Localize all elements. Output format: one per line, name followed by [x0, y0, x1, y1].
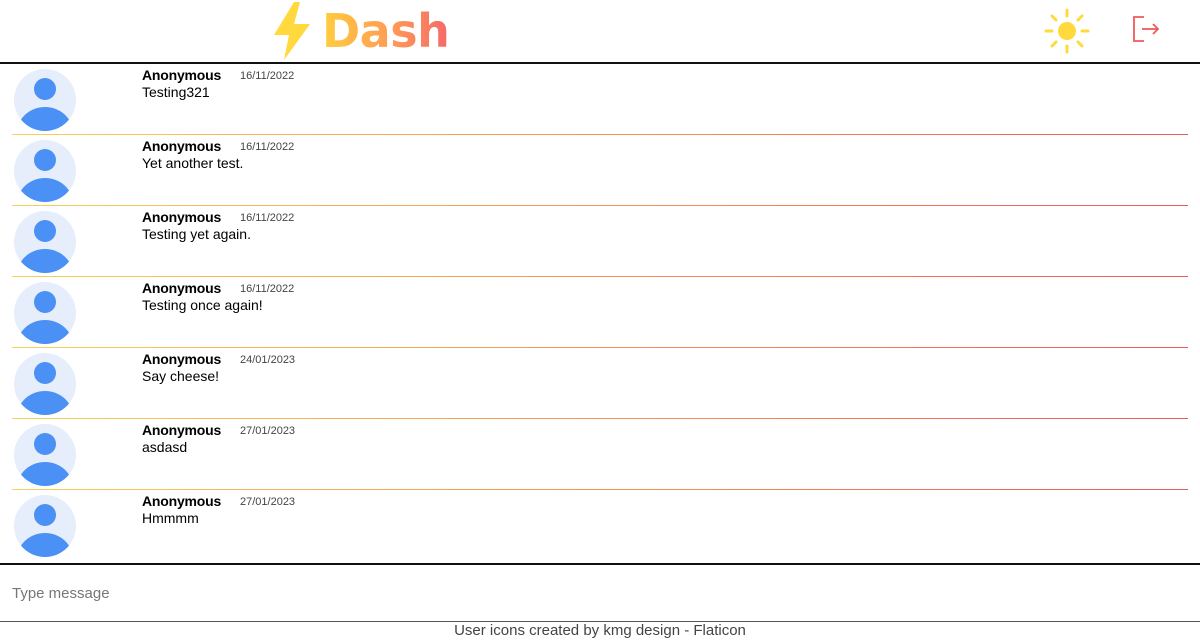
message-input[interactable]	[0, 565, 1200, 621]
message-item: Anonymous 27/01/2023 asdasd	[12, 419, 1188, 490]
message-compose	[0, 563, 1200, 622]
message-list[interactable]: Anonymous 16/11/2022 Testing321 Anonymou…	[12, 64, 1188, 558]
user-icon	[17, 78, 73, 131]
user-icon	[17, 362, 73, 415]
avatar	[14, 424, 76, 486]
avatar	[14, 495, 76, 557]
avatar	[14, 282, 76, 344]
attribution-footer: User icons created by kmg design - Flati…	[454, 622, 746, 639]
message-item: Anonymous 16/11/2022 Yet another test.	[12, 135, 1188, 206]
user-icon	[17, 291, 73, 344]
lightning-bolt-icon	[274, 2, 310, 60]
message-text: Testing once again!	[142, 297, 263, 313]
avatar	[14, 353, 76, 415]
logout-button[interactable]	[1130, 13, 1162, 45]
sun-icon	[1044, 8, 1090, 54]
message-item: Anonymous 16/11/2022 Testing321	[12, 64, 1188, 135]
message-author: Anonymous	[142, 138, 222, 154]
avatar	[14, 69, 76, 131]
message-text: Yet another test.	[142, 155, 244, 171]
message-date: 16/11/2022	[240, 212, 295, 224]
message-text: Testing321	[142, 84, 210, 100]
theme-toggle-button[interactable]	[1044, 8, 1090, 54]
message-author: Anonymous	[142, 280, 222, 296]
message-item: Anonymous 24/01/2023 Say cheese!	[12, 348, 1188, 419]
message-item: Anonymous 16/11/2022 Testing yet again.	[12, 206, 1188, 277]
message-text: Hmmmm	[142, 510, 199, 526]
message-date: 16/11/2022	[240, 283, 295, 295]
message-text: asdasd	[142, 439, 188, 455]
message-author: Anonymous	[142, 351, 222, 367]
message-item: Anonymous 16/11/2022 Testing once again!	[12, 277, 1188, 348]
app-header: Dash	[0, 0, 1200, 64]
app-title: Dash	[322, 4, 450, 58]
message-item: Anonymous 27/01/2023 Hmmmm	[12, 490, 1188, 558]
message-date: 24/01/2023	[240, 354, 296, 366]
message-text: Testing yet again.	[142, 226, 251, 242]
message-author: Anonymous	[142, 493, 222, 509]
message-date: 27/01/2023	[240, 425, 296, 437]
message-text: Say cheese!	[142, 368, 220, 384]
message-author: Anonymous	[142, 67, 222, 83]
message-author: Anonymous	[142, 422, 222, 438]
avatar	[14, 211, 76, 273]
user-icon	[17, 220, 73, 273]
user-icon	[17, 433, 73, 486]
message-date: 27/01/2023	[240, 496, 296, 508]
app-logo[interactable]: Dash	[272, 0, 450, 62]
avatar	[14, 140, 76, 202]
logout-icon	[1133, 16, 1160, 42]
user-icon	[17, 504, 73, 557]
message-author: Anonymous	[142, 209, 222, 225]
user-icon	[17, 149, 73, 202]
message-date: 16/11/2022	[240, 70, 295, 82]
message-date: 16/11/2022	[240, 141, 295, 153]
